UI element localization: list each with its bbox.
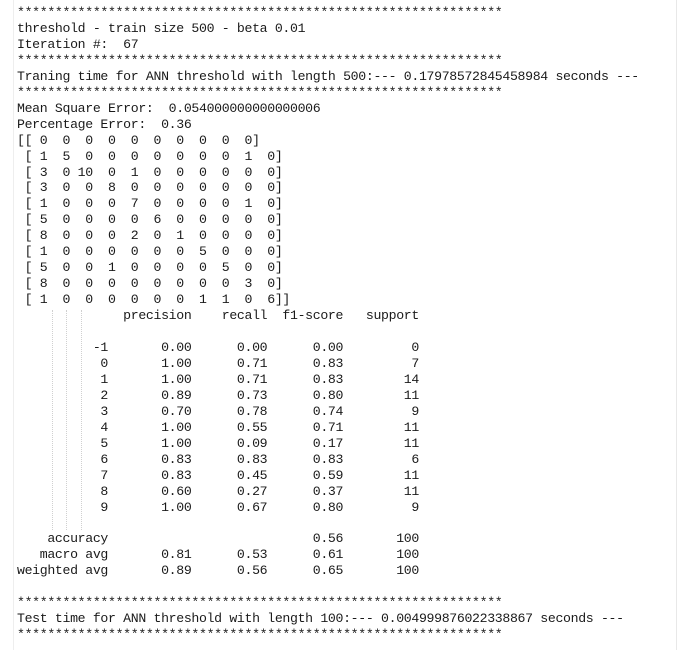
console-line: Iteration #: 67 [17, 36, 139, 52]
report-summary-row: macro avg 0.81 0.53 0.61 100 [17, 547, 420, 563]
separator-line: ****************************************… [17, 595, 503, 611]
console-line: threshold - train size 500 - beta 0.01 [17, 20, 306, 36]
confusion-matrix-row: [ 8 0 0 0 0 0 0 0 0 3 0] [17, 276, 283, 292]
confusion-matrix-row: [ 1 0 0 0 7 0 0 0 0 1 0] [17, 196, 283, 212]
report-class-row: -1 0.00 0.00 0.00 0 [17, 340, 419, 356]
console-line: Percentage Error: 0.36 [17, 116, 192, 132]
console-line: Traning time for ANN threshold with leng… [17, 68, 639, 84]
confusion-matrix-row: [ 5 0 0 1 0 0 0 0 5 0 0] [17, 260, 283, 276]
confusion-matrix-row: [[ 0 0 0 0 0 0 0 0 0 0] [17, 132, 260, 148]
separator-line: ****************************************… [17, 5, 503, 20]
report-class-row: 1 1.00 0.71 0.83 14 [17, 371, 419, 387]
report-summary-row: weighted avg 0.89 0.56 0.65 100 [17, 563, 419, 579]
confusion-matrix-row: [ 1 0 0 0 0 0 0 1 1 0 6]] [17, 292, 291, 308]
report-class-row: 4 1.00 0.55 0.71 11 [17, 419, 419, 435]
report-class-row: 5 1.00 0.09 0.17 11 [17, 435, 419, 451]
report-class-row: 3 0.70 0.78 0.74 9 [17, 403, 419, 419]
console-text: ****************************************… [17, 5, 639, 643]
report-class-row: 9 1.00 0.67 0.80 9 [17, 499, 419, 515]
report-class-row: 7 0.83 0.45 0.59 11 [17, 467, 419, 483]
gutter-divider [13, 0, 14, 650]
separator-line: ****************************************… [17, 627, 503, 643]
confusion-matrix-row: [ 8 0 0 0 2 0 1 0 0 0 0] [17, 228, 283, 244]
report-class-row: 0 1.00 0.71 0.83 7 [17, 355, 419, 371]
separator-line: ****************************************… [17, 84, 503, 100]
confusion-matrix-row: [ 1 0 0 0 0 0 0 5 0 0 0] [17, 244, 283, 260]
console-line: Mean Square Error: 0.054000000000000006 [17, 100, 321, 116]
confusion-matrix-row: [ 5 0 0 0 0 6 0 0 0 0 0] [17, 212, 283, 228]
right-edge-divider [676, 0, 677, 650]
separator-line: ****************************************… [17, 52, 503, 68]
report-class-row: 2 0.89 0.73 0.80 11 [17, 387, 419, 403]
report-summary-row: accuracy 0.56 100 [17, 531, 419, 547]
console-line: Test time for ANN threshold with length … [17, 611, 624, 627]
confusion-matrix-row: [ 1 5 0 0 0 0 0 0 0 1 0] [17, 148, 283, 164]
confusion-matrix-row: [ 3 0 0 8 0 0 0 0 0 0 0] [17, 180, 283, 196]
report-class-row: 6 0.83 0.83 0.83 6 [17, 451, 419, 467]
confusion-matrix-row: [ 3 0 10 0 1 0 0 0 0 0 0] [17, 164, 283, 180]
console-output-panel: ****************************************… [0, 0, 685, 650]
report-class-row: 8 0.60 0.27 0.37 11 [17, 483, 419, 499]
report-header-row: precision recall f1-score support [17, 308, 419, 324]
